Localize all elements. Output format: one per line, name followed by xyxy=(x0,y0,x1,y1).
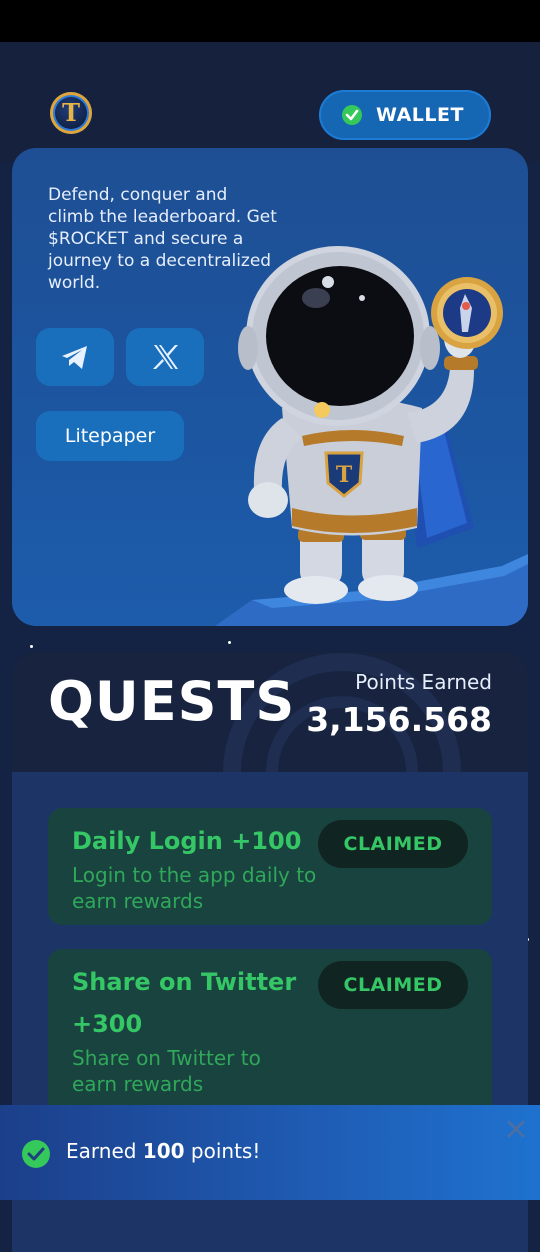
status-bar xyxy=(0,0,540,42)
points-earned-value: 3,156.568 xyxy=(306,700,492,739)
quest-description: Share on Twitter to earn rewards xyxy=(72,1046,261,1096)
astronaut-illustration: T xyxy=(214,246,528,626)
litepaper-button[interactable]: Litepaper xyxy=(36,411,184,461)
quest-card-share-twitter: Share on Twitter +300 Share on Twitter t… xyxy=(48,949,492,1129)
close-icon[interactable] xyxy=(505,1118,527,1140)
toast-prefix: Earned xyxy=(66,1139,143,1163)
app-header: T WALLET xyxy=(0,42,540,162)
sparkle-decoration xyxy=(30,645,33,648)
svg-text:T: T xyxy=(336,462,353,488)
logo-letter: T xyxy=(62,98,80,127)
quests-title: QUESTS xyxy=(48,670,296,733)
check-icon xyxy=(342,105,362,125)
x-button[interactable] xyxy=(126,328,204,386)
sparkle-decoration xyxy=(228,641,231,644)
quests-header: QUESTS Points Earned 3,156.568 xyxy=(12,652,528,772)
toast-amount: 100 xyxy=(142,1139,185,1163)
app-logo[interactable]: T xyxy=(50,92,92,134)
telegram-button[interactable] xyxy=(36,328,114,386)
quest-title: Share on Twitter xyxy=(72,968,297,996)
toast-message: Earned 100 points! xyxy=(66,1139,260,1163)
wallet-label: WALLET xyxy=(376,104,464,126)
claimed-button[interactable]: CLAIMED xyxy=(318,961,468,1009)
quest-card-daily-login: Daily Login +100 Login to the app daily … xyxy=(48,808,492,925)
quest-title-points: +300 xyxy=(72,1010,143,1038)
quest-title: Daily Login +100 xyxy=(72,827,302,855)
quest-description: Login to the app daily to earn rewards xyxy=(72,863,317,913)
toast-suffix: points! xyxy=(184,1139,261,1163)
wallet-button[interactable]: WALLET xyxy=(319,90,491,140)
hero-banner: Defend, conquer and climb the leaderboar… xyxy=(12,148,528,626)
claimed-button[interactable]: CLAIMED xyxy=(318,820,468,868)
telegram-icon xyxy=(62,346,87,369)
toast-notification: Earned 100 points! xyxy=(0,1105,540,1200)
x-icon xyxy=(153,345,178,369)
check-icon xyxy=(22,1140,50,1168)
points-earned-label: Points Earned xyxy=(355,670,492,694)
